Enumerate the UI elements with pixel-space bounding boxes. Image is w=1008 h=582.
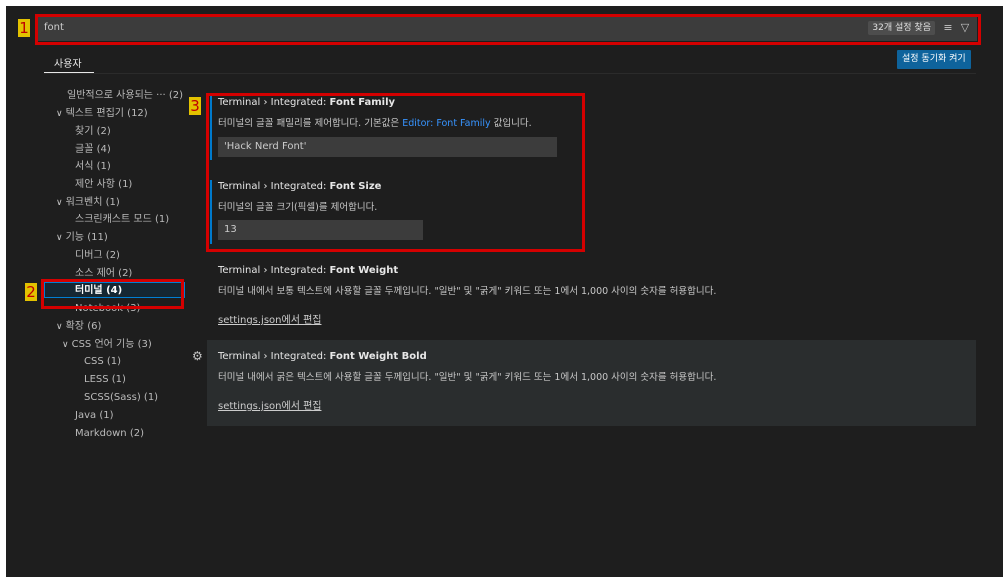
chevron-down-icon: ∨	[56, 322, 63, 332]
toc-item-label: SCSS(Sass)	[84, 392, 141, 403]
toc-item-label: 텍스트 편집기	[65, 108, 124, 119]
toc-item-count: (11)	[87, 232, 108, 243]
toc-item-count: (1)	[106, 356, 122, 367]
toc-item-count: (1)	[154, 214, 170, 225]
toc-item[interactable]: ∨ 워크벤치 (1)	[56, 196, 120, 210]
annotation-box-2	[41, 279, 184, 309]
toc-item[interactable]: Java (1)	[75, 409, 113, 423]
chevron-down-icon: ∨	[56, 198, 63, 208]
annotation-badge-3: 3	[189, 97, 201, 115]
toc-item[interactable]: 서식 (1)	[75, 160, 111, 174]
toc-item-label: 스크린캐스트 모드	[75, 214, 152, 225]
toc-item-count: (1)	[143, 392, 159, 403]
setting-font-weight: Terminal › Integrated: Font Weight 터미널 내…	[218, 265, 716, 326]
toc-item[interactable]: CSS (1)	[84, 355, 121, 369]
toc-item[interactable]: LESS (1)	[84, 373, 126, 387]
toc-item-label: 기능	[65, 232, 84, 243]
edit-in-settings-json-link[interactable]: settings.json에서 편집	[218, 397, 716, 412]
toc-item-count: (2)	[118, 268, 133, 279]
toc-item-label: 글꼴	[75, 144, 94, 155]
setting-title: Terminal › Integrated: Font Weight	[218, 265, 399, 276]
edit-in-settings-json-link[interactable]: settings.json에서 편집	[218, 311, 716, 326]
toc-item-label: CSS 언어 기능	[71, 339, 135, 350]
toc-item[interactable]: ∨ CSS 언어 기능 (3)	[62, 338, 152, 352]
toc-item-count: (1)	[99, 410, 114, 421]
toc-item-count: (12)	[127, 108, 148, 119]
toc-item-label: 워크벤치	[65, 197, 103, 208]
toc-item-label: 찾기	[75, 126, 94, 137]
toc-item[interactable]: ∨ 텍스트 편집기 (12)	[56, 107, 148, 121]
toc-item-count: (3)	[137, 339, 152, 350]
setting-font-weight-bold: Terminal › Integrated: Font Weight Bold …	[218, 351, 716, 412]
toc-item-count: (1)	[118, 179, 133, 190]
toc-item[interactable]: 찾기 (2)	[75, 125, 111, 139]
chevron-down-icon: ∨	[62, 340, 69, 350]
chevron-down-icon: ∨	[56, 109, 63, 119]
toc-item-count: (1)	[111, 374, 126, 385]
toc-item[interactable]: 제안 사항 (1)	[75, 178, 132, 192]
toc-item[interactable]: Markdown (2)	[75, 427, 144, 441]
toc-item[interactable]: 글꼴 (4)	[75, 143, 111, 157]
setting-description: 터미널 내에서 보통 텍스트에 사용할 글꼴 두께입니다. "일반" 및 "굵게…	[218, 286, 717, 297]
toc-item-label: CSS	[84, 356, 104, 367]
chevron-down-icon: ∨	[56, 233, 63, 243]
toc-item-count: (1)	[105, 197, 120, 208]
toc-item-label: 소스 제어	[75, 268, 115, 279]
toc-item-count: (2)	[168, 90, 184, 101]
toc-item-label: LESS	[84, 374, 109, 385]
setting-title: Terminal › Integrated: Font Weight Bold	[218, 351, 427, 362]
gear-icon[interactable]: ⚙	[192, 349, 203, 363]
toc-item-count: (4)	[96, 144, 111, 155]
toc-item-label: 제안 사항	[75, 179, 115, 190]
toc-item-count: (2)	[96, 126, 111, 137]
toc-item[interactable]: 스크린캐스트 모드 (1)	[75, 213, 169, 227]
settings-sync-button[interactable]: 설정 동기화 켜기	[897, 50, 971, 69]
toc-item[interactable]: SCSS(Sass) (1)	[84, 391, 158, 405]
annotation-badge-2: 2	[25, 283, 37, 301]
toc-item-label: Java	[75, 410, 97, 421]
toc-item[interactable]: 디버그 (2)	[75, 249, 120, 263]
annotation-badge-1: 1	[18, 19, 30, 37]
toc-item[interactable]: 일반적으로 사용되는 ··· (2)	[67, 89, 183, 103]
toc-item-count: (2)	[129, 428, 144, 439]
annotation-box-1	[35, 14, 981, 45]
tab-user[interactable]: 사용자	[54, 55, 82, 70]
toc-item-label: Markdown	[75, 428, 127, 439]
toc-item-label: 일반적으로 사용되는 ···	[67, 90, 166, 101]
setting-description: 터미널 내에서 굵은 텍스트에 사용할 글꼴 두께입니다. "일반" 및 "굵게…	[218, 372, 717, 383]
toc-item-count: (2)	[105, 250, 120, 261]
toc-item[interactable]: ∨ 확장 (6)	[56, 320, 101, 334]
toc-item-count: (6)	[87, 321, 102, 332]
toc-item-label: 서식	[75, 161, 94, 172]
annotation-box-3	[206, 93, 585, 252]
toc-item-count: (1)	[96, 161, 111, 172]
toc-item-label: 디버그	[75, 250, 103, 261]
tabs-divider	[44, 73, 976, 74]
toc-item-label: 확장	[65, 321, 84, 332]
toc-item[interactable]: ∨ 기능 (11)	[56, 231, 108, 245]
